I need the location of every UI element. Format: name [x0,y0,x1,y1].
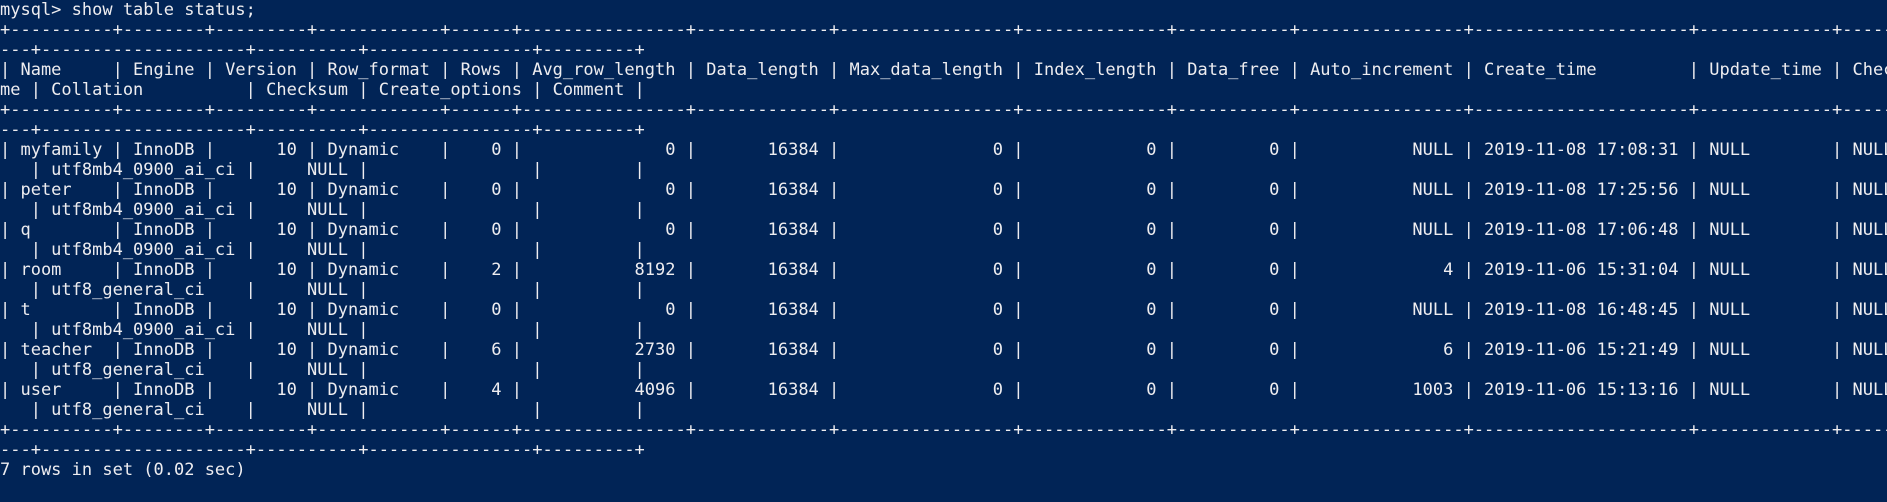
table-border: +----------+--------+---------+---------… [0,420,1887,440]
table-row: | utf8_general_ci | NULL | | | [0,280,645,300]
table-row: | utf8_general_ci | NULL | | | [0,360,645,380]
table-row: | utf8mb4_0900_ai_ci | NULL | | | [0,320,645,340]
table-row: | user | InnoDB | 10 | Dynamic | 4 | 409… [0,380,1887,400]
terminal-window[interactable]: mysql> show table status; +----------+--… [0,0,1887,502]
table-row: | utf8_general_ci | NULL | | | [0,400,645,420]
table-header: me | Collation | Checksum | Create_optio… [0,80,645,100]
result-summary: 7 rows in set (0.02 sec) [0,460,246,480]
table-row: | peter | InnoDB | 10 | Dynamic | 0 | 0 … [0,180,1887,200]
table-row: | utf8mb4_0900_ai_ci | NULL | | | [0,240,645,260]
table-row: | q | InnoDB | 10 | Dynamic | 0 | 0 | 16… [0,220,1887,240]
table-border: +----------+--------+---------+---------… [0,20,1887,40]
table-header: | Name | Engine | Version | Row_format |… [0,60,1887,80]
table-row: | room | InnoDB | 10 | Dynamic | 2 | 819… [0,260,1887,280]
table-row: | teacher | InnoDB | 10 | Dynamic | 6 | … [0,340,1887,360]
table-row: | utf8mb4_0900_ai_ci | NULL | | | [0,200,645,220]
table-border: ---+--------------------+----------+----… [0,440,645,460]
table-border: +----------+--------+---------+---------… [0,100,1887,120]
prompt-line: mysql> show table status; [0,0,256,20]
table-row: | t | InnoDB | 10 | Dynamic | 0 | 0 | 16… [0,300,1887,320]
table-border: ---+--------------------+----------+----… [0,120,645,140]
table-row: | utf8mb4_0900_ai_ci | NULL | | | [0,160,645,180]
table-row: | myfamily | InnoDB | 10 | Dynamic | 0 |… [0,140,1887,160]
empty-line [0,480,1887,500]
table-border: ---+--------------------+----------+----… [0,40,645,60]
